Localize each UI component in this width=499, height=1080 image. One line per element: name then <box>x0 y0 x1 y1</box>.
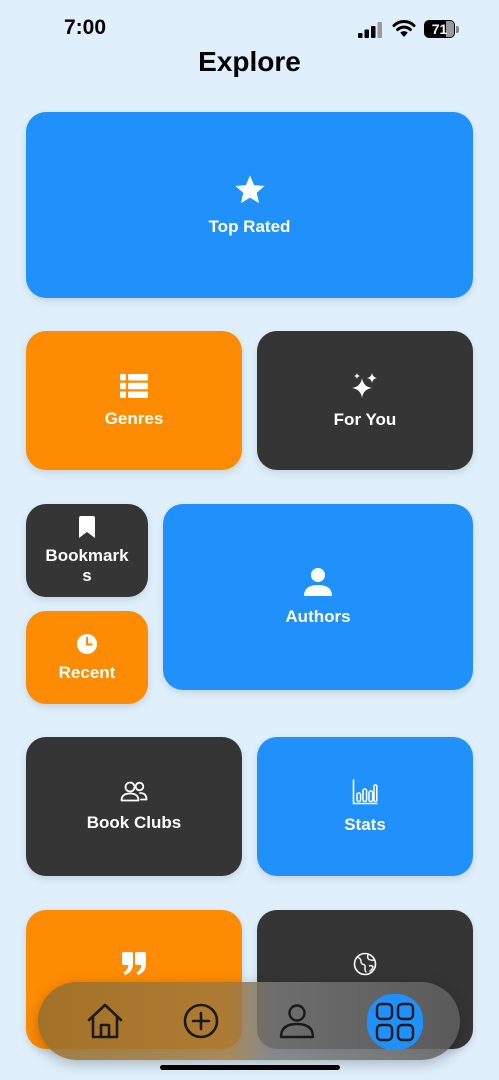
tab-profile[interactable] <box>271 995 323 1047</box>
list-icon <box>120 373 148 398</box>
globe-icon <box>353 952 377 976</box>
bookmarks-tile[interactable]: Bookmarks <box>26 504 148 597</box>
star-icon <box>234 175 265 204</box>
battery-cap <box>456 26 459 33</box>
for-you-tile[interactable]: For You <box>257 331 473 470</box>
battery-indicator: 71 <box>424 20 460 38</box>
page-title: Explore <box>198 46 301 77</box>
status-time: 7:00 <box>64 16 107 39</box>
bar-chart-icon <box>352 778 378 804</box>
group-icon <box>120 781 148 801</box>
bookmark-icon <box>79 515 95 538</box>
recent-tile[interactable]: Recent <box>26 611 148 704</box>
clock-icon <box>77 633 97 654</box>
home-indicator <box>160 1065 340 1070</box>
wifi-icon <box>392 20 416 37</box>
authors-label: Authors <box>285 607 351 626</box>
home-icon <box>87 1003 123 1039</box>
tab-bar <box>38 982 460 1060</box>
for-you-label: For You <box>333 409 397 429</box>
stats-label: Stats <box>344 814 386 834</box>
add-circle-icon <box>183 1003 219 1039</box>
sparkles-icon <box>352 372 377 398</box>
tab-explore[interactable] <box>367 994 423 1050</box>
authors-tile[interactable]: Authors <box>163 504 473 690</box>
quote-icon <box>122 952 146 975</box>
top-rated-tile[interactable]: Top Rated <box>26 112 473 298</box>
recent-label: Recent <box>58 662 116 682</box>
genres-tile[interactable]: Genres <box>26 331 242 470</box>
battery-level: 71 <box>431 21 448 37</box>
grid-icon <box>375 1002 415 1042</box>
genres-label: Genres <box>104 408 164 428</box>
bookmarks-label: Bookmarks <box>45 545 129 585</box>
tab-add[interactable] <box>175 995 227 1047</box>
stats-tile[interactable]: Stats <box>257 737 473 876</box>
book-clubs-tile[interactable]: Book Clubs <box>26 737 242 876</box>
cellular-signal-icon <box>358 22 382 38</box>
profile-icon <box>279 1004 315 1039</box>
tab-home[interactable] <box>79 995 131 1047</box>
person-icon <box>304 568 332 596</box>
book-clubs-label: Book Clubs <box>86 812 182 832</box>
top-rated-label: Top Rated <box>208 217 291 236</box>
